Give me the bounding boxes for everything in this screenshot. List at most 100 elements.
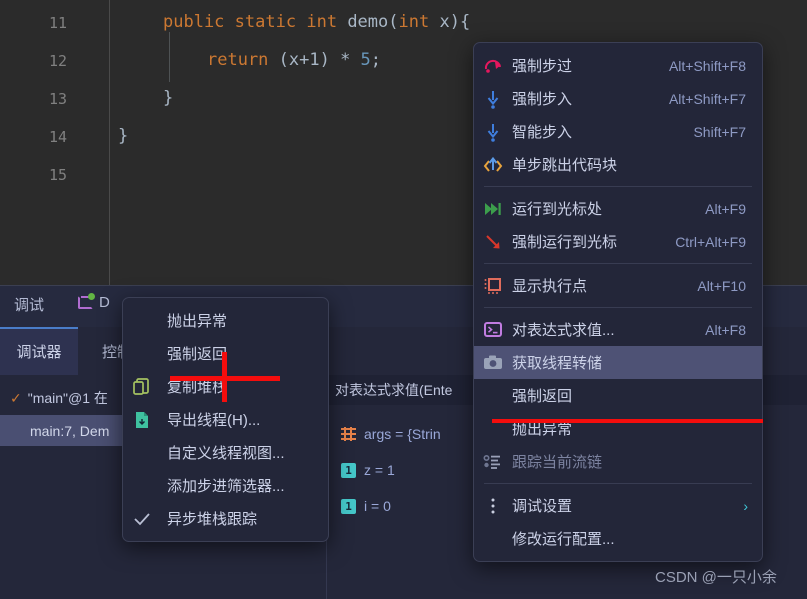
blank-icon	[131, 442, 161, 464]
param-type-int: int	[398, 12, 430, 32]
menu-item-modify-run-configuration[interactable]: 修改运行配置...	[474, 522, 762, 555]
menu-item-label: 导出线程(H)...	[167, 412, 261, 429]
menu-item-label: 智能步入	[512, 124, 573, 141]
line-number: 13	[48, 90, 67, 108]
menu-separator	[484, 186, 752, 187]
menu-item-label: 跟踪当前流链	[512, 454, 603, 471]
menu-item-label: 对表达式求值...	[512, 322, 615, 339]
literal-5: 5	[360, 50, 371, 70]
stack-frame-label: main:7, Dem	[30, 422, 110, 439]
trace-stream-chain-icon	[482, 451, 512, 473]
code-line-13[interactable]: }	[163, 88, 173, 108]
code-line-11[interactable]: public static int demo(int x){	[163, 12, 470, 32]
menu-item-force-return[interactable]: 强制返回	[474, 379, 762, 412]
check-icon: ✓	[10, 389, 22, 406]
line-number: 12	[48, 52, 67, 70]
blank-icon	[131, 475, 161, 497]
editor-right-margin	[782, 0, 807, 285]
indent-guide	[169, 32, 170, 82]
menu-item-run-to-cursor[interactable]: 运行到光标处 Alt+F9	[474, 192, 762, 225]
tab-debugger[interactable]: 调试器	[0, 327, 78, 375]
force-step-over-icon	[482, 55, 512, 77]
open-paren: (	[388, 12, 399, 32]
menu-item-shortcut: Ctrl+Alt+F9	[675, 233, 746, 250]
menu-item-label: 强制运行到光标	[512, 234, 618, 251]
menu-item-debug-settings[interactable]: 调试设置 ›	[474, 489, 762, 522]
menu-item-force-step-into[interactable]: 强制步入 Alt+Shift+F7	[474, 82, 762, 115]
menu-item-smart-step-into[interactable]: 智能步入 Shift+F7	[474, 115, 762, 148]
sp1	[224, 12, 234, 32]
app-window: 11 12 13 14 15 public static int demo(in…	[0, 0, 807, 599]
menu-item-force-run-to-cursor[interactable]: 强制运行到光标 Ctrl+Alt+F9	[474, 225, 762, 258]
menu-item-shortcut: Alt+F9	[705, 200, 746, 217]
force-step-into-icon	[482, 88, 512, 110]
show-execution-point-icon	[482, 275, 512, 297]
keyword-return: return	[207, 50, 269, 70]
menu-item-shortcut: Alt+Shift+F7	[668, 90, 746, 107]
line-number: 11	[48, 14, 67, 32]
param-tail: x){	[429, 12, 471, 32]
tab-debug-title[interactable]: 调试	[14, 294, 44, 315]
menu-item-label: 单步跳出代码块	[512, 157, 618, 174]
more-vertical-icon	[482, 495, 512, 517]
menu-separator	[484, 307, 752, 308]
menu-item-shortcut: Shift+F7	[693, 123, 746, 140]
debug-actions-context-menu[interactable]: 强制步过 Alt+Shift+F8 强制步入 Alt+Shift+F7 智能步入…	[473, 42, 763, 562]
smart-step-into-icon	[482, 121, 512, 143]
blank-icon	[131, 343, 161, 365]
tab-debug-session-label: D	[99, 294, 110, 311]
variable-label: z = 1	[364, 462, 395, 478]
menu-item-label: 异步堆栈跟踪	[167, 511, 258, 528]
sp2	[296, 12, 306, 32]
menu-item-force-step-over[interactable]: 强制步过 Alt+Shift+F8	[474, 49, 762, 82]
run-to-cursor-icon	[482, 198, 512, 220]
menu-item-show-execution-point[interactable]: 显示执行点 Alt+F10	[474, 269, 762, 302]
code-line-12[interactable]: return (x+1) * 5;	[207, 50, 381, 70]
chevron-right-icon: ›	[743, 497, 748, 514]
menu-item-shortcut: Alt+F8	[705, 321, 746, 338]
menu-item-label: 添加步进筛选器...	[167, 478, 285, 495]
menu-item-throw-exception[interactable]: 抛出异常	[474, 412, 762, 445]
blank-icon	[482, 528, 512, 550]
tab-debug-session[interactable]: D	[78, 293, 110, 311]
return-expr: (x+1) *	[268, 50, 361, 70]
watermark: CSDN @一只小余	[655, 569, 777, 586]
menu-item-label: 抛出异常	[167, 313, 228, 330]
menu-separator	[484, 483, 752, 484]
menu-item-label: 强制步入	[512, 91, 573, 108]
sp3	[337, 12, 347, 32]
menu-item-async-stack-trace[interactable]: 异步堆栈跟踪	[123, 502, 328, 535]
thread-label: "main"@1 在	[27, 390, 108, 406]
menu-item-evaluate-expression[interactable]: 对表达式求值... Alt+F8	[474, 313, 762, 346]
array-icon	[341, 427, 356, 441]
menu-item-label: 获取线程转储	[512, 355, 603, 372]
variable-label: args = {Strin	[364, 426, 441, 442]
editor-gutter[interactable]: 11 12 13 14 15	[0, 0, 110, 285]
menu-item-label: 显示执行点	[512, 278, 588, 295]
menu-item-add-step-filter[interactable]: 添加步进筛选器...	[123, 469, 328, 502]
line-number: 15	[48, 166, 67, 184]
code-line-14[interactable]: }	[118, 126, 128, 146]
variable-label: i = 0	[364, 498, 391, 514]
menu-item-label: 修改运行配置...	[512, 531, 615, 548]
keyword-int: int	[306, 12, 338, 32]
force-run-to-cursor-icon	[482, 231, 512, 253]
menu-item-export-thread[interactable]: 导出线程(H)...	[123, 403, 328, 436]
step-out-of-block-icon	[482, 154, 512, 176]
blank-icon	[131, 310, 161, 332]
annotation-underline-right	[492, 419, 763, 423]
menu-item-customize-thread-view[interactable]: 自定义线程视图...	[123, 436, 328, 469]
menu-item-shortcut: Alt+Shift+F8	[668, 57, 746, 74]
menu-item-step-out-of-block[interactable]: 单步跳出代码块	[474, 148, 762, 181]
thread-context-menu[interactable]: 抛出异常 强制返回 复制堆栈 导出线程(H)... 自定义线程视图... 添加步…	[122, 297, 329, 542]
menu-item-label: 强制返回	[512, 388, 573, 405]
keyword-public: public	[163, 12, 225, 32]
menu-item-label: 强制步过	[512, 58, 573, 75]
menu-item-throw-exception[interactable]: 抛出异常	[123, 304, 328, 337]
int-icon: 1	[341, 462, 356, 478]
debug-icon	[78, 293, 95, 309]
menu-item-trace-stream-chain[interactable]: 跟踪当前流链	[474, 445, 762, 478]
method-name-demo: demo	[347, 12, 389, 32]
menu-item-thread-dump[interactable]: 获取线程转储	[474, 346, 762, 379]
menu-item-label: 运行到光标处	[512, 201, 603, 218]
